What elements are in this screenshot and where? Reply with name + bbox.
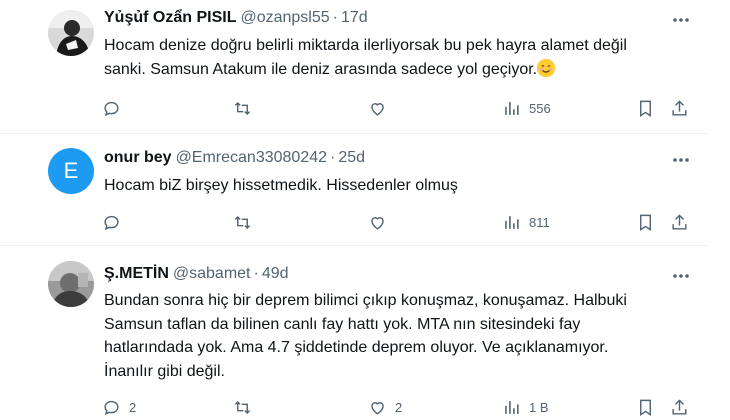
bookmark-icon bbox=[640, 100, 651, 117]
tweet-text: Bundan sonra hiç bir deprem bilimci çıkı… bbox=[104, 292, 627, 380]
tweet-text: Hocam denize doğru belirli miktarda iler… bbox=[104, 37, 627, 78]
share-icon bbox=[672, 398, 687, 415]
views-button[interactable]: 556 bbox=[502, 97, 551, 119]
avatar[interactable] bbox=[48, 261, 94, 307]
separator-dot: · bbox=[332, 9, 338, 26]
tweet-text: Hocam biZ birşey hissetmedik. Hissedenle… bbox=[104, 177, 458, 194]
reply-icon bbox=[104, 400, 119, 415]
bookmark-icon bbox=[640, 399, 651, 416]
views-icon bbox=[505, 215, 519, 229]
views-button[interactable]: 811 bbox=[502, 211, 550, 233]
reply-button[interactable] bbox=[102, 211, 129, 233]
avatar[interactable]: E bbox=[48, 148, 94, 194]
like-icon bbox=[371, 102, 384, 116]
share-button[interactable] bbox=[670, 97, 689, 119]
reply-button[interactable] bbox=[102, 97, 129, 119]
more-icon[interactable] bbox=[671, 10, 691, 30]
share-icon bbox=[672, 99, 687, 116]
timestamp[interactable]: 25d bbox=[338, 149, 365, 166]
like-button[interactable]: 2 bbox=[368, 396, 402, 418]
share-icon bbox=[672, 213, 687, 230]
tweet-2[interactable]: E onur bey @Emrecan33080242 · 25d Hocam biZ… bbox=[0, 134, 708, 245]
retweet-icon bbox=[234, 400, 251, 414]
author-name[interactable]: onur bey bbox=[104, 149, 172, 166]
separator-dot: · bbox=[253, 265, 259, 282]
bookmark-icon bbox=[640, 214, 651, 231]
smile-emoji-icon bbox=[537, 58, 556, 77]
tweet-3[interactable]: Ş.METİN @sabamet · 49d Bundan sonra hiç bir… bbox=[0, 246, 708, 420]
views-icon bbox=[505, 400, 519, 414]
retweet-icon bbox=[234, 101, 251, 115]
bookmark-button[interactable] bbox=[636, 211, 655, 233]
more-icon[interactable] bbox=[671, 150, 691, 170]
like-button[interactable] bbox=[368, 211, 395, 233]
author-name[interactable]: Ş.METİN bbox=[104, 265, 169, 282]
share-button[interactable] bbox=[670, 211, 689, 233]
tweet-1[interactable]: Yủşủf Ozẩn PISIL @ozanpsl55 · 17d Hocam den… bbox=[0, 0, 708, 133]
timestamp[interactable]: 49d bbox=[262, 265, 289, 282]
reply-button[interactable]: 2 bbox=[102, 396, 136, 418]
like-button[interactable] bbox=[368, 97, 395, 119]
like-icon bbox=[371, 216, 384, 230]
like-icon bbox=[371, 401, 384, 415]
more-icon[interactable] bbox=[671, 266, 691, 286]
reply-icon bbox=[104, 215, 119, 230]
timestamp[interactable]: 17d bbox=[341, 9, 368, 26]
author-name[interactable]: Yủşủf Ozẩn PISIL bbox=[104, 9, 236, 26]
bookmark-button[interactable] bbox=[636, 396, 655, 418]
tweet-actions: 556 bbox=[102, 97, 702, 119]
like-count: 2 bbox=[395, 399, 403, 415]
tweet-actions: 811 bbox=[102, 211, 702, 233]
reply-count: 2 bbox=[129, 399, 137, 415]
tweet-actions: 2 2 1 B bbox=[102, 396, 702, 418]
author-handle[interactable]: @sabamet bbox=[173, 265, 251, 282]
author-handle[interactable]: @ozanpsl55 bbox=[240, 9, 329, 26]
views-button[interactable]: 1 B bbox=[502, 396, 549, 418]
retweet-button[interactable] bbox=[233, 211, 252, 233]
author-handle[interactable]: @Emrecan33080242 bbox=[176, 149, 327, 166]
reply-icon bbox=[104, 101, 119, 116]
retweet-icon bbox=[234, 215, 251, 229]
retweet-button[interactable] bbox=[233, 97, 252, 119]
avatar[interactable] bbox=[48, 10, 94, 56]
separator-dot: · bbox=[330, 149, 336, 166]
bookmark-button[interactable] bbox=[636, 97, 655, 119]
view-count: 1 B bbox=[529, 399, 549, 415]
views-icon bbox=[505, 101, 519, 115]
share-button[interactable] bbox=[670, 396, 689, 418]
retweet-button[interactable] bbox=[233, 396, 252, 418]
